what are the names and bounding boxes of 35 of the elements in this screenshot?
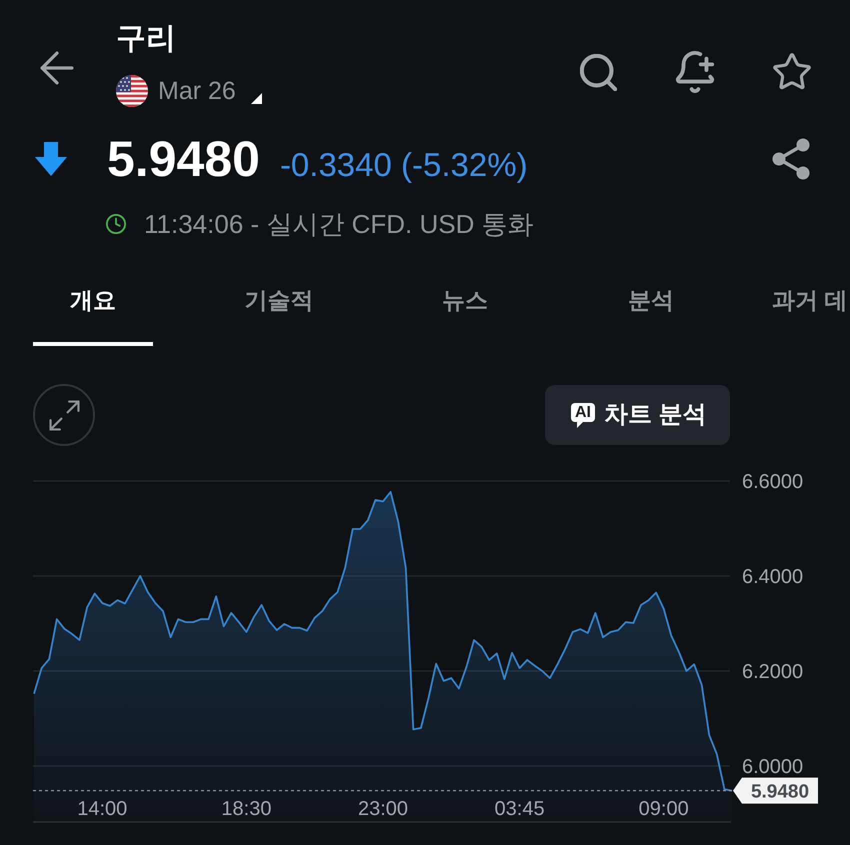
quote-time-info: 11:34:06 - 실시간 CFD. USD 통화 [144, 209, 534, 239]
star-icon [773, 53, 811, 91]
instrument-title: 구리 [116, 21, 177, 57]
expand-icon [48, 400, 80, 430]
y-axis-label: 6.6000 [742, 471, 804, 493]
ai-chart-analysis-button[interactable]: AI 차트 분석 [545, 385, 730, 445]
back-button[interactable] [40, 51, 74, 85]
y-axis-label: 6.4000 [742, 566, 804, 588]
tab[interactable]: 개요 [0, 258, 186, 346]
contract-selector[interactable]: Mar 26 [158, 74, 262, 108]
search-button[interactable] [580, 54, 617, 90]
share-button[interactable] [772, 138, 810, 180]
tab[interactable]: 분석 [558, 258, 744, 346]
x-axis-label: 14:00 [77, 798, 128, 820]
y-axis-label: 6.0000 [742, 756, 804, 778]
search-icon [580, 54, 617, 90]
y-axis-label: 6.2000 [742, 660, 804, 683]
price-value: 5.9480 [107, 132, 260, 186]
price-change: -0.3340 (-5.32%) [280, 145, 528, 185]
corner-triangle-icon [250, 93, 262, 104]
tab[interactable]: 과거 데 [744, 258, 850, 346]
x-axis-label: 03:45 [494, 798, 545, 820]
tab[interactable]: 뉴스 [372, 258, 558, 346]
tab[interactable]: 기술적 [186, 258, 372, 346]
favorite-button[interactable] [773, 53, 811, 91]
bell-plus-icon [674, 51, 716, 93]
ref-line-label: 5.9480 [750, 782, 810, 803]
x-axis-label: 18:30 [221, 798, 272, 820]
flag-icon [116, 75, 148, 107]
share-icon [772, 138, 810, 180]
expand-chart-button[interactable] [33, 384, 95, 446]
alert-button[interactable] [674, 51, 716, 93]
last-price-tag: 5.9480 [733, 778, 818, 804]
x-axis-label: 09:00 [638, 798, 689, 820]
x-axis-label: 23:00 [358, 798, 408, 820]
